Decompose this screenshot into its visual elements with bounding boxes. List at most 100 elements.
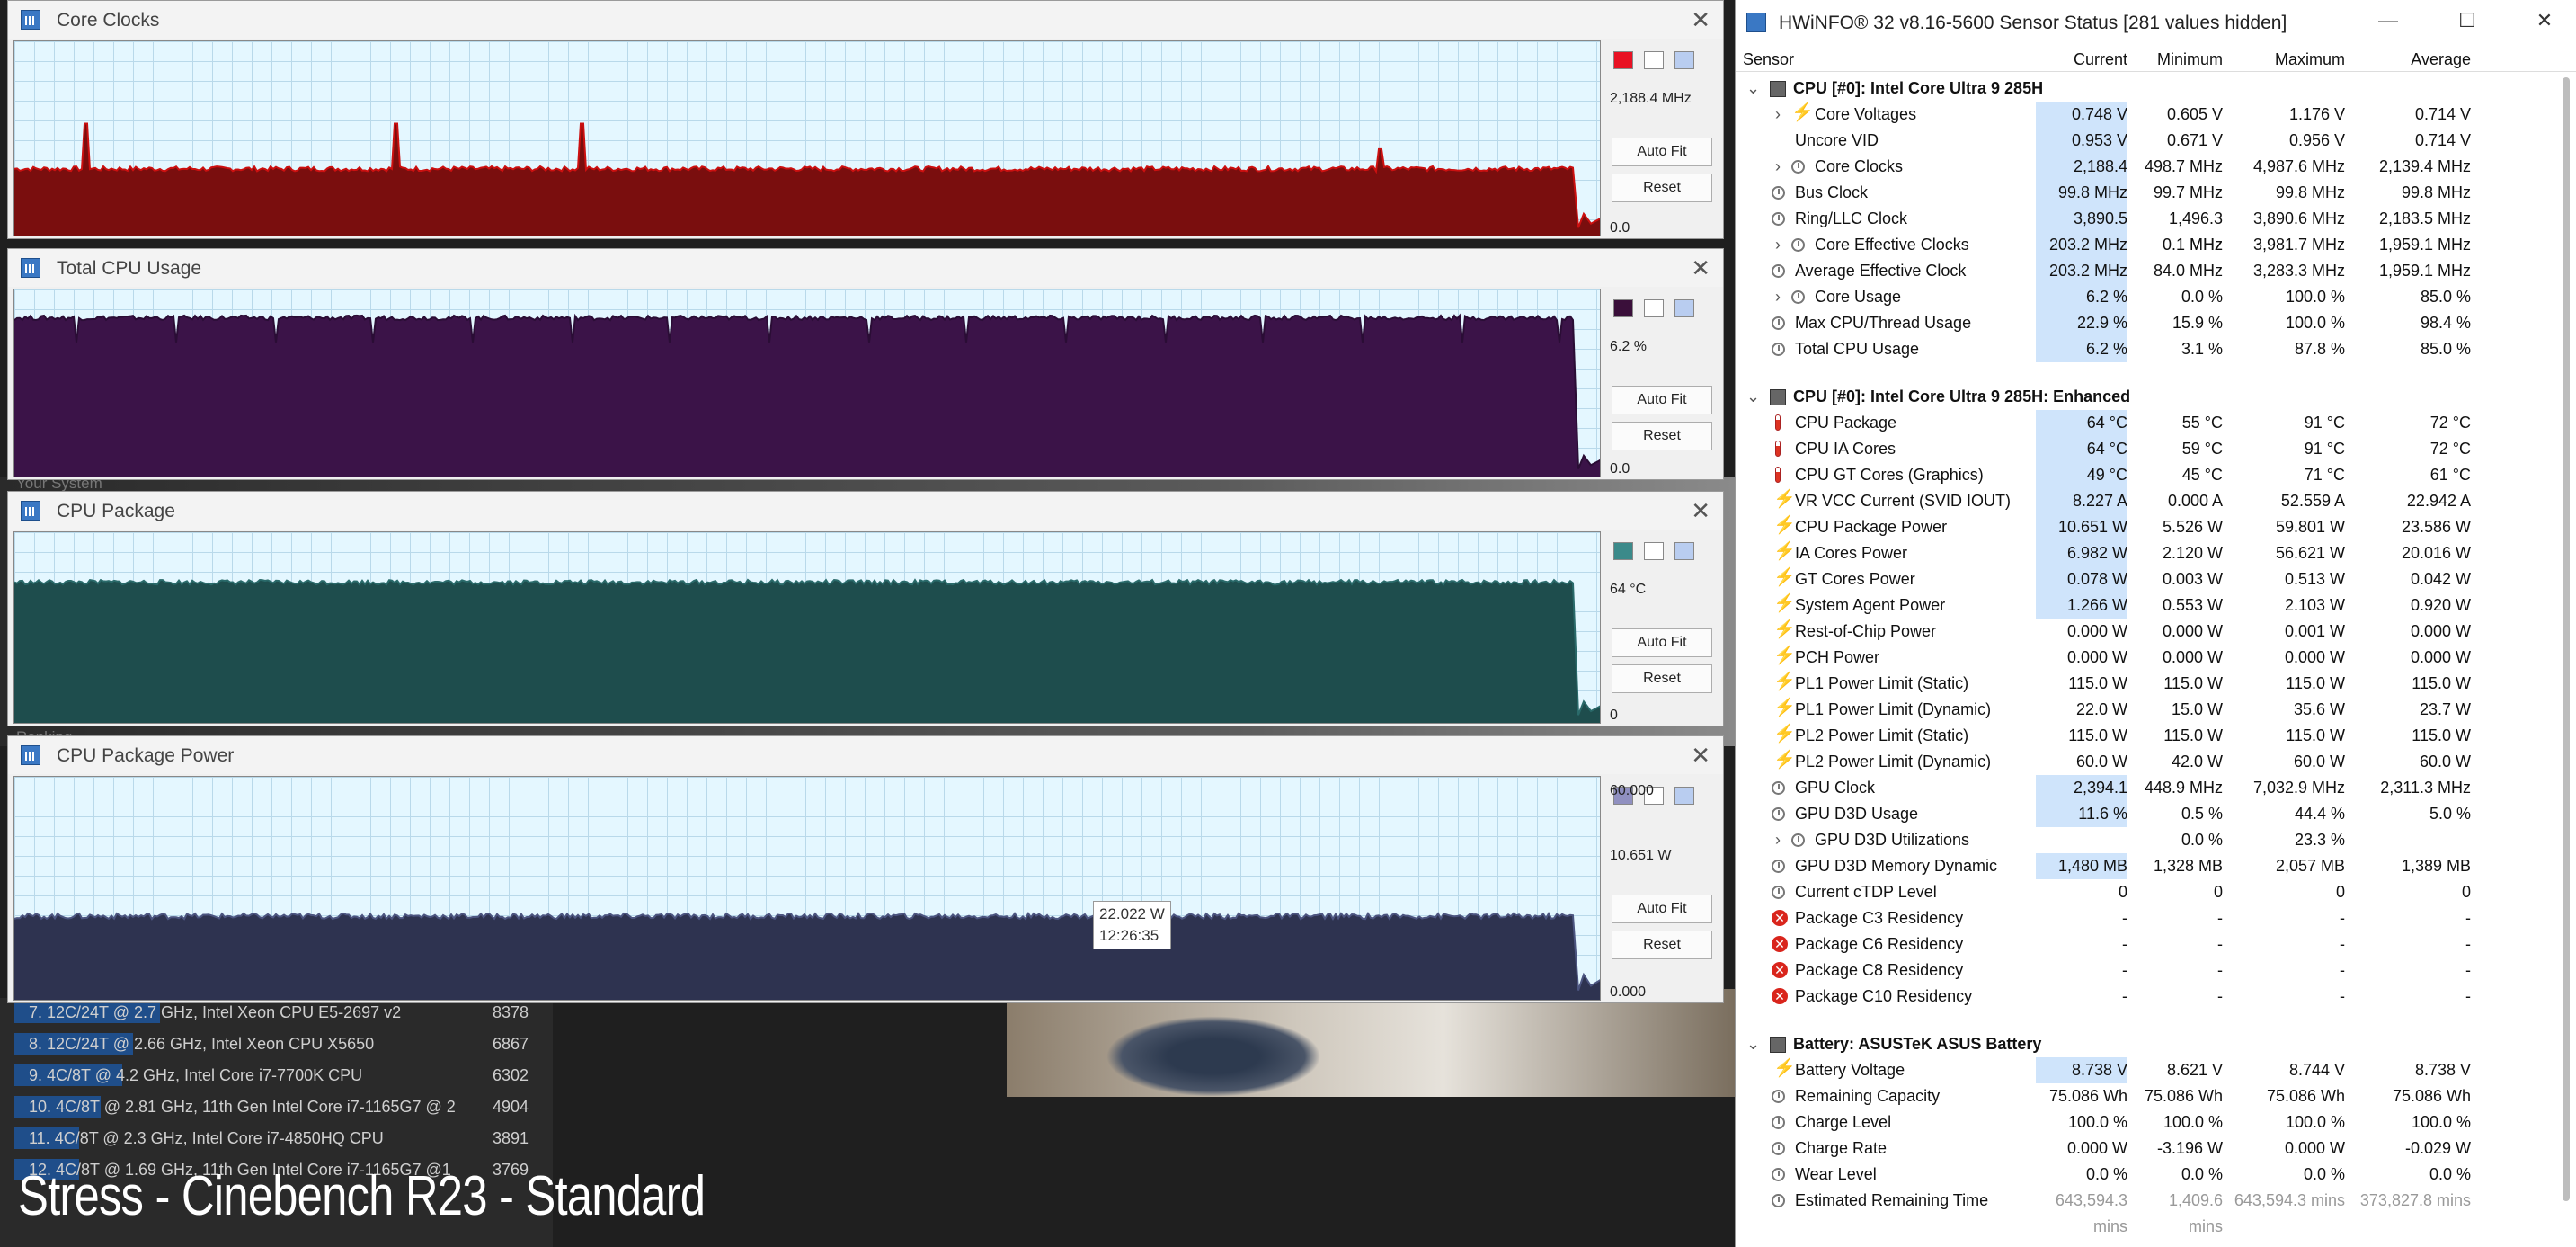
auto-fit-button[interactable]: Auto Fit	[1612, 895, 1712, 923]
error-icon: ✕	[1772, 936, 1788, 952]
sensor-row[interactable]: Remaining Capacity 75.086 Wh 75.086 Wh 7…	[1736, 1083, 2554, 1109]
settings-swatch[interactable]	[1674, 51, 1694, 69]
sensor-row[interactable]: › Core Effective Clocks 203.2 MHz 0.1 MHz…	[1736, 232, 2554, 258]
sensor-maximum: -	[2340, 935, 2345, 953]
scrollbar[interactable]	[2560, 52, 2572, 1243]
reset-button[interactable]: Reset	[1612, 931, 1712, 959]
chevron-right-icon[interactable]: ›	[1775, 827, 1781, 853]
maximize-icon[interactable]: ☐	[2449, 9, 2485, 32]
sensor-average: 1,959.1 MHz	[2378, 262, 2471, 280]
sensor-row[interactable]: Ring/LLC Clock 3,890.5 MHz 1,496.3 MHz 3…	[1736, 206, 2554, 258]
graph-titlebar: CPU Package ✕	[8, 492, 1723, 530]
sensor-row[interactable]: ⚡ Rest-of-Chip Power 0.000 W 0.000 W 0.00…	[1736, 619, 2554, 645]
sensor-current: 6.2 %	[2036, 284, 2127, 310]
sensor-row[interactable]: › ⚡ Core Voltages 0.748 V 0.605 V 1.176 V …	[1736, 102, 2554, 128]
graph-titlebar: Core Clocks ✕	[8, 1, 1723, 39]
sensor-row[interactable]: Charge Rate 0.000 W -3.196 W 0.000 W -0.…	[1736, 1136, 2554, 1162]
close-icon[interactable]: ✕	[1691, 742, 1710, 770]
sensor-row[interactable]: Bus Clock 99.8 MHz 99.7 MHz 99.8 MHz 99.…	[1736, 180, 2554, 206]
sensor-group-header[interactable]: ⌄ CPU [#0]: Intel Core Ultra 9 285H	[1736, 76, 2554, 102]
sensor-row[interactable]: Estimated Remaining Time 643,594.3 mins …	[1736, 1188, 2554, 1235]
sensor-row[interactable]: Average Effective Clock 203.2 MHz 84.0 M…	[1736, 258, 2554, 284]
chevron-down-icon[interactable]: ⌄	[1746, 1031, 1760, 1057]
sensor-row[interactable]: ⚡ PCH Power 0.000 W 0.000 W 0.000 W 0.000…	[1736, 645, 2554, 671]
sensor-row[interactable]: ⚡ IA Cores Power 6.982 W 2.120 W 56.621 W…	[1736, 540, 2554, 566]
settings-swatch[interactable]	[1674, 299, 1694, 317]
close-icon[interactable]: ✕	[1691, 254, 1710, 282]
sensor-row[interactable]: ⚡ PL1 Power Limit (Static) 115.0 W 115.0 …	[1736, 671, 2554, 697]
sensor-row[interactable]: ✕ Package C10 Residency - - - -	[1736, 984, 2554, 1010]
sensor-row[interactable]: ⚡ CPU Package Power 10.651 W 5.526 W 59.8…	[1736, 514, 2554, 540]
sensor-name: PL1 Power Limit (Dynamic)	[1795, 700, 1992, 718]
sensor-row[interactable]: GPU Clock 2,394.1 MHz 448.9 MHz 7,032.9 …	[1736, 775, 2554, 827]
reset-button[interactable]: Reset	[1612, 174, 1712, 202]
graph-value-label: 6.2 %	[1610, 339, 1647, 354]
sensor-row[interactable]: ⚡ VR VCC Current (SVID IOUT) 8.227 A 0.00…	[1736, 488, 2554, 514]
minimize-icon[interactable]: —	[2370, 9, 2406, 32]
sensor-row[interactable]: ⚡ PL2 Power Limit (Dynamic) 60.0 W 42.0 W…	[1736, 749, 2554, 775]
sensor-minimum: 2.120 W	[2162, 544, 2223, 562]
settings-swatch[interactable]	[1674, 542, 1694, 560]
clock-icon	[1772, 781, 1785, 795]
sensor-row[interactable]: GPU D3D Memory Dynamic 1,480 MB 1,328 MB…	[1736, 853, 2554, 879]
column-current[interactable]: Current	[2036, 50, 2127, 69]
auto-fit-button[interactable]: Auto Fit	[1612, 138, 1712, 166]
chevron-right-icon[interactable]: ›	[1775, 284, 1781, 310]
sensor-row[interactable]: ⚡ GT Cores Power 0.078 W 0.003 W 0.513 W …	[1736, 566, 2554, 592]
scrollbar-thumb[interactable]	[2563, 77, 2570, 1201]
chevron-down-icon[interactable]: ⌄	[1746, 384, 1760, 410]
sensor-row[interactable]: Uncore VID 0.953 V 0.671 V 0.956 V 0.714…	[1736, 128, 2554, 154]
column-average[interactable]: Average	[2350, 50, 2471, 69]
error-icon: ✕	[1772, 962, 1788, 978]
sensor-row[interactable]: ✕ Package C3 Residency - - - -	[1736, 905, 2554, 931]
auto-fit-button[interactable]: Auto Fit	[1612, 386, 1712, 414]
sensor-name: System Agent Power	[1795, 596, 1946, 614]
blank-swatch[interactable]	[1644, 51, 1664, 69]
voltage-icon: ⚡	[1773, 750, 1796, 770]
sensor-row[interactable]: ⚡ PL1 Power Limit (Dynamic) 22.0 W 15.0 W…	[1736, 697, 2554, 723]
sensor-minimum: 0.003 W	[2162, 570, 2223, 588]
sensor-row[interactable]: GPU D3D Usage 11.6 % 0.5 % 44.4 % 5.0 %	[1736, 801, 2554, 827]
column-maximum[interactable]: Maximum	[2226, 50, 2345, 69]
settings-swatch[interactable]	[1674, 787, 1694, 805]
sensor-group-header[interactable]: ⌄ CPU [#0]: Intel Core Ultra 9 285H: Enh…	[1736, 384, 2554, 410]
color-swatch[interactable]	[1613, 542, 1633, 560]
chevron-down-icon[interactable]: ⌄	[1746, 76, 1760, 102]
ranking-label: 9. 4C/8T @ 4.2 GHz, Intel Core i7-7700K …	[29, 1066, 363, 1084]
close-icon[interactable]: ✕	[2527, 9, 2563, 32]
sensor-row[interactable]: Charge Level 100.0 % 100.0 % 100.0 % 100…	[1736, 1109, 2554, 1136]
auto-fit-button[interactable]: Auto Fit	[1612, 628, 1712, 657]
chevron-right-icon[interactable]: ›	[1775, 232, 1781, 258]
sensor-row[interactable]: › Core Usage 6.2 % 0.0 % 100.0 % 85.0 %	[1736, 284, 2554, 310]
color-swatch[interactable]	[1613, 299, 1633, 317]
chevron-right-icon[interactable]: ›	[1775, 102, 1781, 128]
sensor-row[interactable]: CPU GT Cores (Graphics) 49 °C 45 °C 71 °…	[1736, 462, 2554, 488]
sensor-row[interactable]: › GPU D3D Utilizations 0.0 % 23.3 %	[1736, 827, 2554, 853]
column-minimum[interactable]: Minimum	[2131, 50, 2223, 69]
sensor-row[interactable]: CPU IA Cores 64 °C 59 °C 91 °C 72 °C	[1736, 436, 2554, 462]
sensor-row[interactable]: ⚡ Battery Voltage 8.738 V 8.621 V 8.744 V…	[1736, 1057, 2554, 1083]
sensor-row[interactable]: ⚡ System Agent Power 1.266 W 0.553 W 2.10…	[1736, 592, 2554, 619]
sensor-row[interactable]: Current cTDP Level 0 0 0 0	[1736, 879, 2554, 905]
sensor-row[interactable]: Wear Level 0.0 % 0.0 % 0.0 % 0.0 %	[1736, 1162, 2554, 1188]
close-icon[interactable]: ✕	[1691, 6, 1710, 34]
sensor-row[interactable]: ✕ Package C6 Residency - - - -	[1736, 931, 2554, 958]
sensor-row[interactable]: ⚡ PL2 Power Limit (Static) 115.0 W 115.0 …	[1736, 723, 2554, 749]
sensor-row[interactable]: ›Core Clocks 2,188.4 MHz 498.7 MHz 4,987…	[1736, 154, 2554, 206]
sensor-row[interactable]: Max CPU/Thread Usage 22.9 % 15.9 % 100.0…	[1736, 310, 2554, 336]
close-icon[interactable]: ✕	[1691, 497, 1710, 525]
chevron-right-icon[interactable]: ›	[1775, 154, 1781, 180]
sensor-maximum: 100.0 %	[2285, 288, 2345, 306]
sensor-row[interactable]: CPU Package 64 °C 55 °C 91 °C 72 °C	[1736, 410, 2554, 436]
sensor-group-header[interactable]: ⌄ Battery: ASUSTeK ASUS Battery	[1736, 1031, 2554, 1057]
color-swatch[interactable]	[1613, 51, 1633, 69]
blank-swatch[interactable]	[1644, 542, 1664, 560]
reset-button[interactable]: Reset	[1612, 422, 1712, 450]
column-sensor[interactable]: Sensor	[1743, 50, 1794, 69]
sensor-row[interactable]: ✕ Package C8 Residency - - - -	[1736, 958, 2554, 984]
blank-swatch[interactable]	[1644, 299, 1664, 317]
error-icon: ✕	[1772, 910, 1788, 926]
sensor-row[interactable]: Total CPU Usage 6.2 % 3.1 % 87.8 % 85.0 …	[1736, 336, 2554, 362]
reset-button[interactable]: Reset	[1612, 664, 1712, 693]
voltage-icon: ⚡	[1773, 567, 1796, 587]
